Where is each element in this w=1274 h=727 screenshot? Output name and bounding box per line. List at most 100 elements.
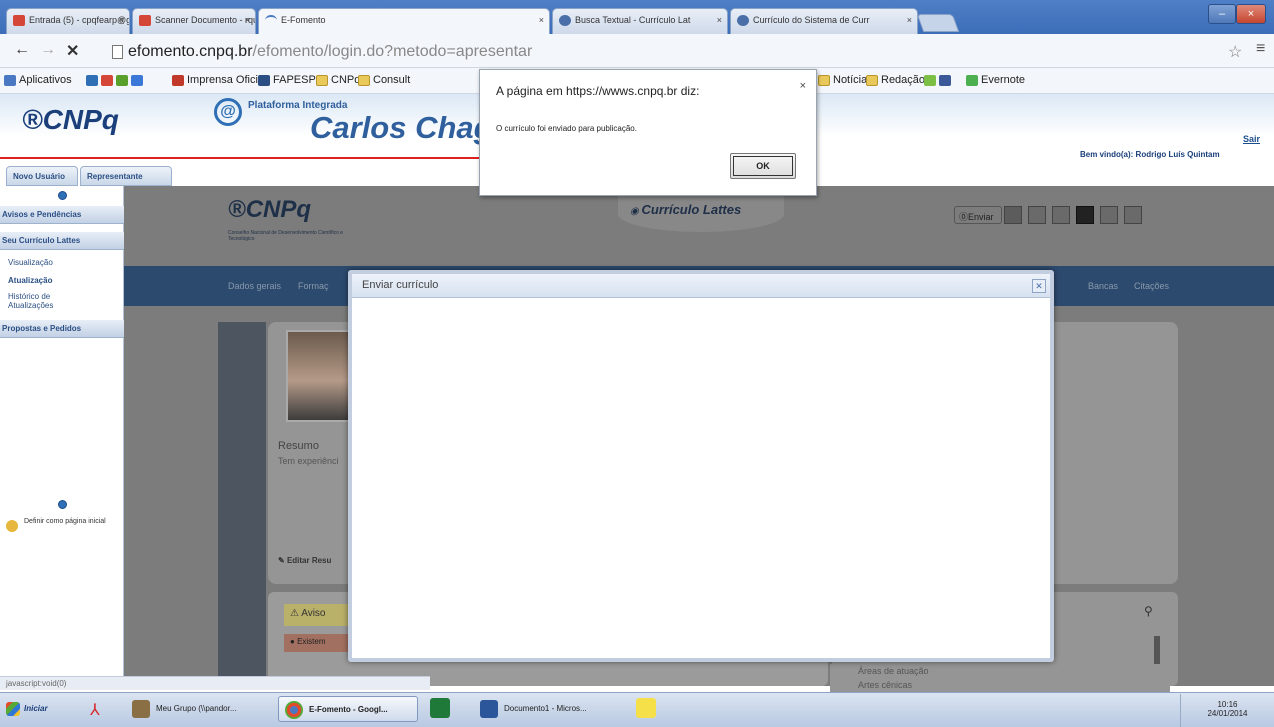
home-icon bbox=[6, 520, 18, 532]
bookmark-imprensa-oficial[interactable]: Imprensa Oficial bbox=[172, 74, 266, 86]
artes-cenicas-item[interactable]: Artes cênicas bbox=[858, 680, 912, 690]
bookmark-evernote[interactable]: Evernote bbox=[966, 74, 1025, 86]
menu-formacao[interactable]: Formaç bbox=[298, 281, 329, 291]
resumo-heading: Resumo bbox=[278, 440, 319, 452]
alert-close-icon[interactable]: × bbox=[800, 80, 806, 92]
new-tab-button[interactable] bbox=[916, 14, 960, 32]
font-decrease-icon[interactable] bbox=[1052, 206, 1070, 224]
enviar-icon: ⓪ bbox=[959, 212, 969, 222]
close-window-button[interactable]: × bbox=[1236, 4, 1266, 24]
sidebar-item-atualizacao[interactable]: Atualização bbox=[8, 276, 52, 285]
bookmark-icons[interactable] bbox=[86, 74, 146, 86]
taskbar-word[interactable]: Documento1 - Micros... bbox=[474, 696, 614, 722]
forward-arrow-icon[interactable]: → bbox=[40, 41, 56, 59]
logout-link[interactable]: Sair bbox=[1243, 134, 1260, 144]
close-tab-icon[interactable]: × bbox=[717, 15, 722, 25]
ok-button[interactable]: OK bbox=[730, 153, 796, 179]
plataforma-logo-icon: @ bbox=[214, 98, 242, 126]
editar-resumo-link[interactable]: ✎ Editar Resu bbox=[278, 556, 331, 565]
menu-dados-gerais[interactable]: Dados gerais bbox=[228, 281, 281, 291]
fapesp-icon bbox=[258, 74, 270, 86]
bookmark-cnpq[interactable]: CNPq bbox=[316, 74, 360, 86]
taskbar-efomento[interactable]: E-Fomento - Googl... bbox=[278, 696, 418, 722]
close-dialog-icon[interactable]: ✕ bbox=[1032, 279, 1046, 293]
bookmark-fapesp[interactable]: FAPESP bbox=[258, 74, 316, 86]
bookmark-noticias[interactable]: Notícias bbox=[818, 74, 873, 86]
tab-busca-textual[interactable]: Busca Textual - Currículo Lat × bbox=[552, 8, 728, 34]
menu-citacoes[interactable]: Citações bbox=[1134, 281, 1169, 291]
profile-photo bbox=[286, 330, 352, 422]
site-icon bbox=[924, 74, 936, 86]
error-icon: ● bbox=[290, 637, 298, 646]
bookmark-star-icon[interactable]: ☆ bbox=[1228, 42, 1242, 62]
carlos-chagas-title: Carlos Chag bbox=[310, 110, 493, 145]
close-tab-icon[interactable]: × bbox=[245, 15, 250, 25]
tab-scanner[interactable]: Scanner Documento - rquint× bbox=[132, 8, 256, 34]
sticky-notes-icon[interactable] bbox=[636, 698, 656, 718]
toolbar-icons bbox=[1004, 206, 1164, 224]
minimize-button[interactable]: – bbox=[1208, 4, 1236, 24]
sidebar-section-avisos[interactable]: Avisos e Pendências bbox=[0, 206, 124, 224]
sidebar-section-propostas[interactable]: Propostas e Pedidos bbox=[0, 320, 124, 338]
bookmark-redacao[interactable]: Redação bbox=[866, 74, 925, 86]
edit-icon: ✎ bbox=[278, 556, 287, 565]
lattes-cnpq-logo: ®CNPq bbox=[228, 196, 312, 223]
help-icon[interactable] bbox=[1100, 206, 1118, 224]
lattes-icon bbox=[737, 15, 749, 26]
print-icon[interactable] bbox=[1004, 206, 1022, 224]
area-atuacao-item[interactable]: Áreas de atuação bbox=[858, 666, 929, 676]
gmail-icon bbox=[139, 15, 151, 26]
chrome-icon bbox=[285, 701, 303, 719]
resumo-text: Tem experiênci bbox=[278, 456, 339, 466]
tab-curriculo-sistema[interactable]: Currículo do Sistema de Curr × bbox=[730, 8, 918, 34]
bookmark-apps[interactable]: Aplicativos bbox=[4, 74, 72, 86]
excel-icon[interactable] bbox=[430, 698, 450, 718]
enviar-curriculo-dialog: Enviar currículo ✕ bbox=[348, 270, 1054, 662]
exit-icon[interactable] bbox=[1124, 206, 1142, 224]
imprensa-icon bbox=[172, 74, 184, 86]
taskbar-meu-grupo[interactable]: Meu Grupo (\\pandor... bbox=[126, 696, 276, 722]
welcome-text: Bem vindo(a): Rodrigo Luís Quintam bbox=[1080, 150, 1220, 159]
sidebar-section-curriculo[interactable]: Seu Currículo Lattes bbox=[0, 232, 124, 250]
enviar-button[interactable]: ⓪Enviar bbox=[954, 206, 1002, 224]
word-icon bbox=[480, 700, 498, 718]
bookmark-misc[interactable] bbox=[924, 74, 954, 86]
collapse-up-icon[interactable] bbox=[58, 191, 67, 200]
tab-representante[interactable]: Representante bbox=[80, 166, 172, 186]
start-button[interactable]: Iniciar bbox=[4, 696, 54, 722]
close-tab-icon[interactable]: × bbox=[907, 15, 912, 25]
left-sidebar: Avisos e Pendências Seu Currículo Lattes… bbox=[0, 186, 124, 676]
font-increase-icon[interactable] bbox=[1028, 206, 1046, 224]
menu-icon[interactable]: ≡ bbox=[1256, 40, 1265, 58]
warning-icon: ⚠ bbox=[290, 608, 302, 619]
sidebar-item-historico[interactable]: Histórico de Atualizações bbox=[8, 292, 68, 310]
stop-loading-icon[interactable]: ✕ bbox=[66, 41, 79, 61]
back-arrow-icon[interactable]: ← bbox=[14, 41, 30, 59]
address-bar[interactable]: efomento.cnpq.br/efomento/login.do?metod… bbox=[128, 41, 1248, 63]
acrobat-icon[interactable]: ⅄ bbox=[90, 700, 100, 720]
annotation-arrow-line bbox=[0, 157, 488, 159]
curriculo-lattes-logo: ◉ Currículo Lattes bbox=[618, 196, 784, 232]
enviar-curriculo-title: Enviar currículo bbox=[352, 274, 1050, 298]
cnpq-logo: ®CNPq bbox=[22, 104, 119, 135]
menu-bancas[interactable]: Bancas bbox=[1088, 281, 1118, 291]
collapse-down-icon[interactable] bbox=[58, 500, 67, 509]
tab-efomento[interactable]: E-Fomento × bbox=[258, 8, 550, 34]
alert-title: A página em https://wwws.cnpq.br diz: bbox=[496, 84, 700, 98]
apps-grid-icon bbox=[4, 74, 16, 86]
search-icon[interactable]: ⚲ bbox=[1144, 604, 1153, 618]
close-tab-icon[interactable]: × bbox=[539, 15, 544, 25]
close-tab-icon[interactable]: × bbox=[119, 15, 124, 25]
cnpq-subtitle: Conselho Nacional de Desenvolvimento Cie… bbox=[228, 230, 344, 242]
sidebar-item-visualizacao[interactable]: Visualização bbox=[8, 258, 53, 267]
set-homepage-link[interactable]: Definir como página inicial bbox=[24, 518, 120, 525]
tab-novo-usuario[interactable]: Novo Usuário bbox=[6, 166, 78, 186]
gmail-icon bbox=[101, 74, 113, 86]
bookmark-consult[interactable]: Consult bbox=[358, 74, 410, 86]
tab-gmail-inbox[interactable]: Entrada (5) - cpqfearp@gma× bbox=[6, 8, 130, 34]
lattes-logo-icon: ◉ bbox=[630, 206, 642, 217]
contrast-icon[interactable] bbox=[1076, 206, 1094, 224]
system-clock[interactable]: 10:16 24/01/2014 bbox=[1180, 694, 1274, 727]
folder-icon bbox=[818, 74, 830, 86]
cnpq-mark-icon: ® bbox=[228, 196, 246, 223]
